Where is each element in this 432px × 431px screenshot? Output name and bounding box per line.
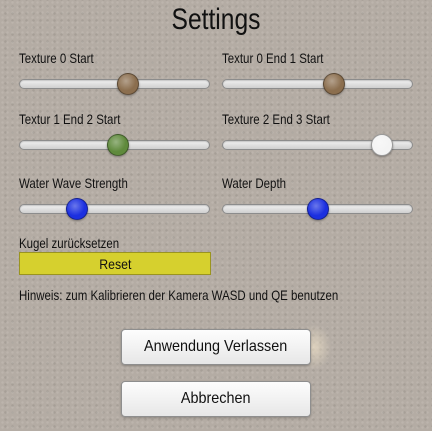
texture-1-end-2-start-label: Textur 1 End 2 Start bbox=[19, 111, 121, 127]
water-wave-strength-slider[interactable] bbox=[19, 198, 210, 220]
slider-track[interactable] bbox=[19, 204, 210, 214]
texture-0-end-1-start-label: Textur 0 End 1 Start bbox=[222, 50, 324, 66]
slider-knob[interactable] bbox=[106, 134, 129, 156]
water-depth-label: Water Depth bbox=[222, 175, 287, 191]
quit-application-button[interactable]: Anwendung Verlassen bbox=[121, 329, 311, 365]
reset-ball-label: Kugel zurücksetzen bbox=[19, 235, 120, 251]
reset-button-label: Reset bbox=[98, 255, 132, 272]
texture-2-end-3-start-label: Texture 2 End 3 Start bbox=[222, 111, 330, 127]
texture-0-start-label: Texture 0 Start bbox=[19, 50, 94, 66]
slider-knob[interactable] bbox=[66, 198, 89, 220]
water-depth-slider[interactable] bbox=[222, 198, 413, 220]
page-title: Settings bbox=[171, 3, 261, 36]
slider-track[interactable] bbox=[19, 79, 210, 89]
slider-knob[interactable] bbox=[323, 73, 346, 95]
slider-knob[interactable] bbox=[117, 73, 140, 95]
slider-knob[interactable] bbox=[370, 134, 393, 156]
reset-button[interactable]: Reset bbox=[19, 252, 211, 275]
texture-0-end-1-start-slider[interactable] bbox=[222, 73, 413, 95]
slider-track[interactable] bbox=[222, 79, 413, 89]
texture-1-end-2-start-slider[interactable] bbox=[19, 134, 210, 156]
quit-button-label: Anwendung Verlassen bbox=[144, 338, 288, 355]
water-wave-strength-label: Water Wave Strength bbox=[19, 175, 128, 191]
hint-text: Hinweis: zum Kalibrieren der Kamera WASD… bbox=[19, 287, 339, 303]
cancel-button-label: Abbrechen bbox=[181, 390, 251, 407]
cancel-button[interactable]: Abbrechen bbox=[121, 381, 311, 417]
slider-knob[interactable] bbox=[306, 198, 329, 220]
texture-0-start-slider[interactable] bbox=[19, 73, 210, 95]
texture-2-end-3-start-slider[interactable] bbox=[222, 134, 413, 156]
